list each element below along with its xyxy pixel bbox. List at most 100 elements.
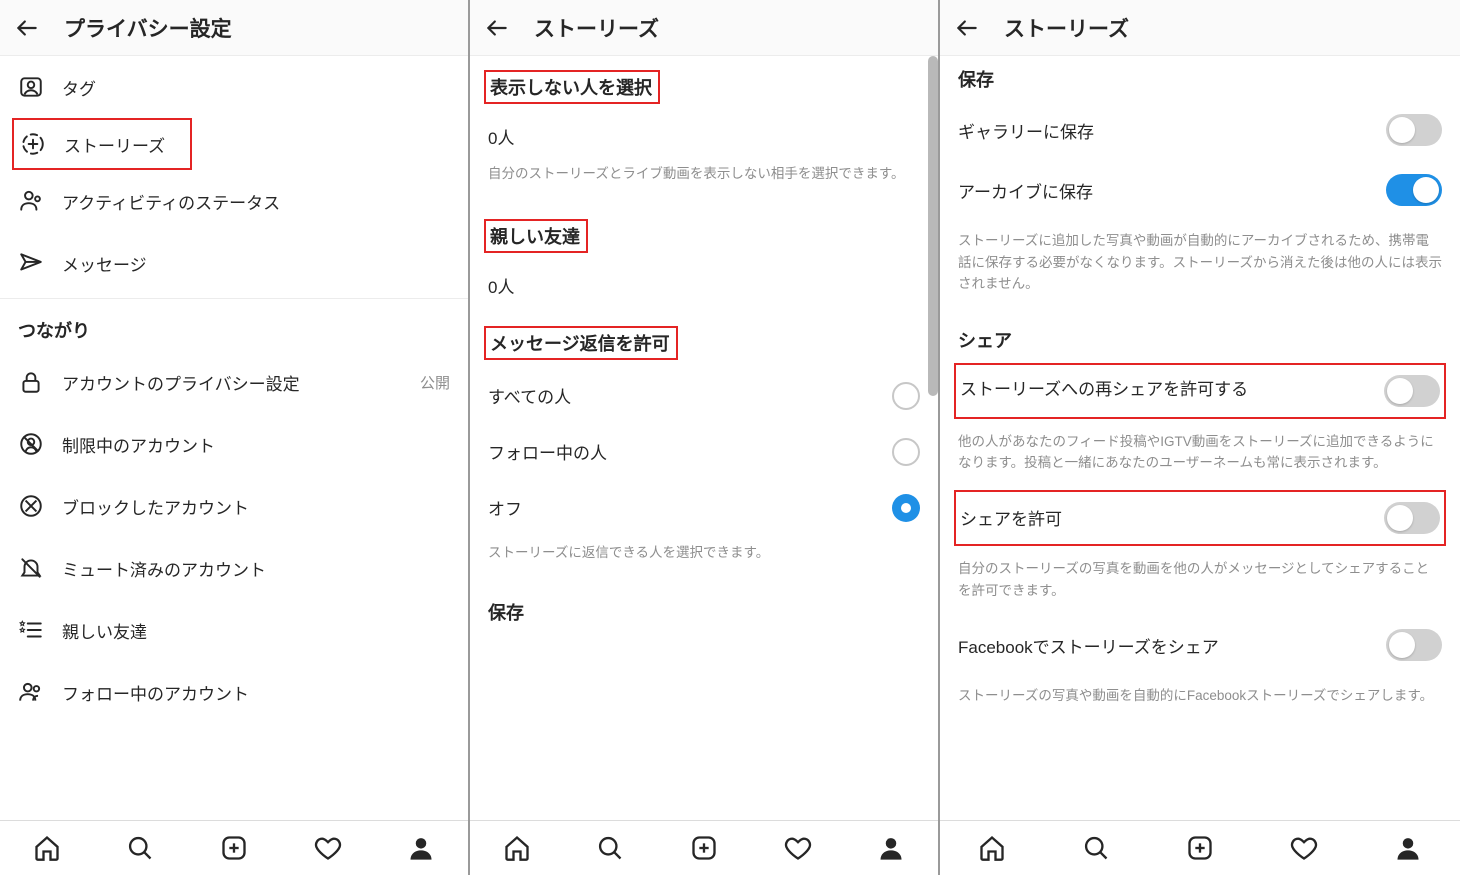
nav-home-icon[interactable] — [33, 834, 61, 862]
close-friends-count-row[interactable]: 0人 — [470, 253, 938, 302]
page-title: ストーリーズ — [1004, 13, 1129, 43]
hide-count-row[interactable]: 0人 — [470, 104, 938, 153]
section-connections: つながり — [0, 299, 468, 351]
toggle-share-facebook[interactable]: Facebookでストーリーズをシェア — [940, 615, 1460, 675]
item-label: 親しい友達 — [62, 618, 147, 643]
item-label: ストーリーズ — [64, 132, 165, 157]
nav-search-icon[interactable] — [596, 834, 624, 862]
activity-icon — [18, 188, 44, 214]
item-label: 制限中のアカウント — [62, 432, 215, 457]
nav-profile-icon[interactable] — [407, 834, 435, 862]
back-icon[interactable] — [14, 15, 40, 41]
header: ストーリーズ — [940, 0, 1460, 56]
item-value: 公開 — [420, 372, 450, 393]
bottom-nav — [0, 820, 468, 875]
toggle-share-allow[interactable]: シェアを許可 — [956, 492, 1444, 544]
option-label: すべての人 — [488, 383, 892, 408]
restricted-icon — [18, 431, 44, 457]
toggle-label: Facebookでストーリーズをシェア — [958, 633, 1386, 658]
lock-icon — [18, 369, 44, 395]
section-save: 保存 — [470, 577, 938, 633]
nav-add-icon[interactable] — [690, 834, 718, 862]
tag-icon — [18, 74, 44, 100]
item-label: ブロックしたアカウント — [62, 494, 249, 519]
section-close-friends-highlighted: 親しい友達 — [484, 219, 588, 253]
item-label: メッセージ — [62, 251, 147, 276]
toggle-save-archive[interactable]: アーカイブに保存 — [940, 160, 1460, 220]
send-icon — [18, 250, 44, 276]
close-friends-list-icon — [18, 617, 44, 643]
hide-count: 0人 — [488, 129, 514, 148]
nav-profile-icon[interactable] — [877, 834, 905, 862]
nav-add-icon[interactable] — [220, 834, 248, 862]
toggle-label: アーカイブに保存 — [958, 178, 1386, 203]
item-label: ミュート済みのアカウント — [62, 556, 266, 581]
item-messages[interactable]: メッセージ — [0, 232, 468, 294]
section-hide: 表示しない人を選択 — [486, 78, 652, 98]
reply-option-following[interactable]: フォロー中の人 — [470, 424, 938, 480]
screen-privacy-settings: プライバシー設定 タグ ストーリーズ — [0, 0, 470, 875]
screen-stories-settings-2: ストーリーズ 保存 ギャラリーに保存 アーカイブに保存 ストーリーズに追加した写… — [940, 0, 1460, 875]
reshare-desc: 他の人があなたのフィード投稿やIGTV動画をストーリーズに追加できるようになりま… — [940, 421, 1460, 488]
toggle-switch-off — [1386, 629, 1442, 661]
bottom-nav — [940, 820, 1460, 875]
item-blocked[interactable]: ブロックしたアカウント — [0, 475, 468, 537]
hide-desc: 自分のストーリーズとライブ動画を表示しない相手を選択できます。 — [470, 153, 938, 199]
content: 表示しない人を選択 0人 自分のストーリーズとライブ動画を表示しない相手を選択で… — [470, 56, 938, 820]
archive-desc: ストーリーズに追加した写真や動画が自動的にアーカイブされるため、携帯電話に保存す… — [940, 220, 1460, 309]
item-restricted[interactable]: 制限中のアカウント — [0, 413, 468, 475]
back-icon[interactable] — [484, 15, 510, 41]
section-save: 保存 — [940, 56, 1460, 100]
toggle-label: ストーリーズへの再シェアを許可する — [960, 379, 1384, 402]
screen-stories-settings-1: ストーリーズ 表示しない人を選択 0人 自分のストーリーズとライブ動画を表示しな… — [470, 0, 940, 875]
nav-home-icon[interactable] — [978, 834, 1006, 862]
scrollbar[interactable] — [928, 56, 938, 396]
nav-search-icon[interactable] — [126, 834, 154, 862]
radio-icon — [892, 382, 920, 410]
item-stories-highlighted[interactable]: ストーリーズ — [12, 118, 192, 170]
option-label: フォロー中の人 — [488, 439, 892, 464]
stories-add-icon — [20, 131, 46, 157]
muted-icon — [18, 555, 44, 581]
reply-option-everyone[interactable]: すべての人 — [470, 360, 938, 424]
item-muted[interactable]: ミュート済みのアカウント — [0, 537, 468, 599]
item-account-privacy[interactable]: アカウントのプライバシー設定 公開 — [0, 351, 468, 413]
share-allow-desc: 自分のストーリーズの写真を動画を他の人がメッセージとしてシェアすることを許可でき… — [940, 548, 1460, 615]
following-icon — [18, 679, 44, 705]
toggle-switch-on — [1386, 174, 1442, 206]
item-label: アクティビティのステータス — [62, 189, 280, 214]
toggle-reshare-highlighted: ストーリーズへの再シェアを許可する — [954, 363, 1446, 419]
item-activity-status[interactable]: アクティビティのステータス — [0, 170, 468, 232]
page-title: プライバシー設定 — [64, 13, 232, 43]
content: タグ ストーリーズ アクティビティのステータス — [0, 56, 468, 820]
section-share: シェア — [940, 309, 1460, 361]
reply-option-off[interactable]: オフ — [470, 480, 938, 536]
toggle-switch-off — [1386, 114, 1442, 146]
section-close-friends: 親しい友達 — [486, 227, 580, 247]
item-label: アカウントのプライバシー設定 — [62, 370, 300, 395]
toggle-switch-off — [1384, 375, 1440, 407]
item-tags[interactable]: タグ — [0, 56, 468, 118]
toggle-reshare[interactable]: ストーリーズへの再シェアを許可する — [956, 365, 1444, 417]
header: ストーリーズ — [470, 0, 938, 56]
radio-icon-selected — [892, 494, 920, 522]
item-close-friends[interactable]: 親しい友達 — [0, 599, 468, 661]
header: プライバシー設定 — [0, 0, 468, 56]
nav-activity-icon[interactable] — [1290, 834, 1318, 862]
nav-profile-icon[interactable] — [1394, 834, 1422, 862]
nav-activity-icon[interactable] — [784, 834, 812, 862]
nav-home-icon[interactable] — [503, 834, 531, 862]
section-hide-highlighted: 表示しない人を選択 — [484, 70, 660, 104]
section-reply: メッセージ返信を許可 — [486, 334, 670, 354]
nav-activity-icon[interactable] — [314, 834, 342, 862]
item-following[interactable]: フォロー中のアカウント — [0, 661, 468, 723]
item-label: フォロー中のアカウント — [62, 680, 249, 705]
toggle-label: シェアを許可 — [960, 505, 1384, 530]
toggle-save-gallery[interactable]: ギャラリーに保存 — [940, 100, 1460, 160]
nav-search-icon[interactable] — [1082, 834, 1110, 862]
nav-add-icon[interactable] — [1186, 834, 1214, 862]
reply-desc: ストーリーズに返信できる人を選択できます。 — [470, 536, 938, 578]
radio-icon — [892, 438, 920, 466]
back-icon[interactable] — [954, 15, 980, 41]
toggle-label: ギャラリーに保存 — [958, 118, 1386, 143]
